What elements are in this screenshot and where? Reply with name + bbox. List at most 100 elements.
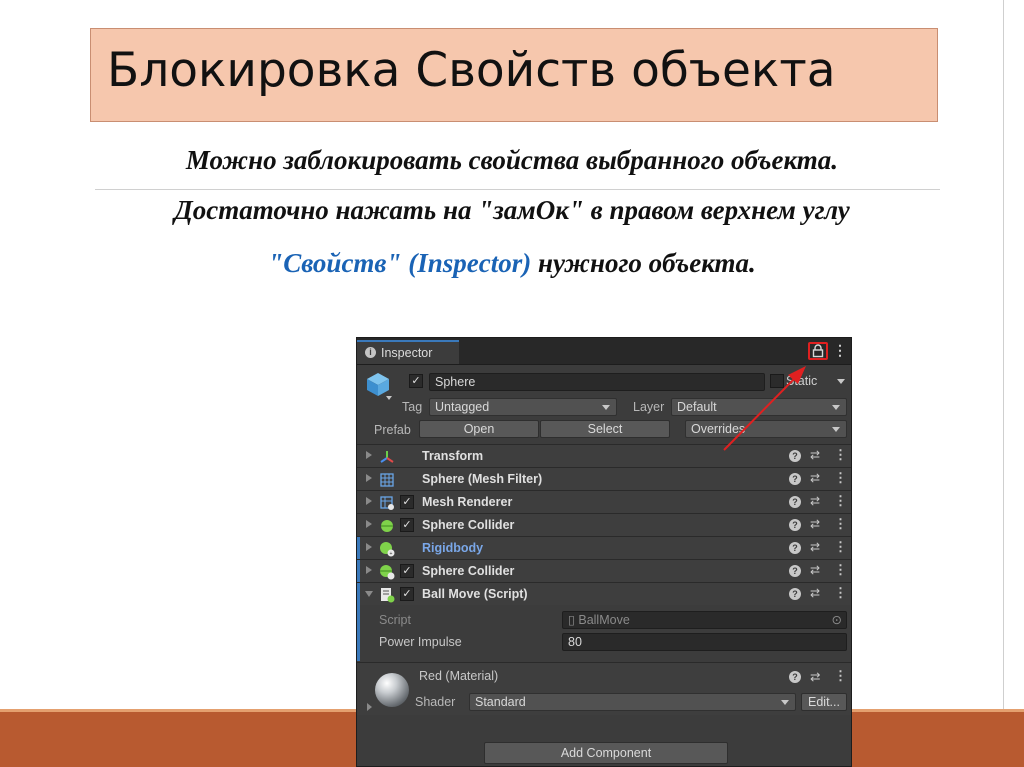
slide-title: Блокировка Свойств объекта xyxy=(107,43,836,98)
component-rigidbody[interactable]: + Rigidbody ? ⇄ ⋮ xyxy=(357,536,851,559)
prefab-select-button[interactable]: Select xyxy=(540,420,670,438)
shader-caret-icon xyxy=(781,700,789,705)
foldout-arrow-icon[interactable] xyxy=(366,474,372,482)
help-icon[interactable]: ? xyxy=(789,450,801,462)
component-name: Rigidbody xyxy=(422,541,484,555)
component-sphere-collider-2[interactable]: ✓ Sphere Collider ? ⇄ ⋮ xyxy=(357,559,851,582)
description-line-3-rest: нужного объекта. xyxy=(531,248,756,278)
component-menu-icon[interactable]: ⋮ xyxy=(834,493,847,509)
tag-dropdown[interactable]: Untagged xyxy=(429,398,617,416)
component-name: Ball Move (Script) xyxy=(422,587,528,601)
help-icon[interactable]: ? xyxy=(789,588,801,600)
modified-indicator xyxy=(357,583,360,605)
help-icon[interactable]: ? xyxy=(789,473,801,485)
prefab-label: Prefab xyxy=(374,423,411,437)
foldout-arrow-icon[interactable] xyxy=(366,566,372,574)
lock-icon xyxy=(812,344,824,358)
foldout-arrow-icon[interactable] xyxy=(366,451,372,459)
inspector-panel: i Inspector ⋮ ✓ Sphere Static Tag Untagg… xyxy=(356,337,852,767)
shader-label: Shader xyxy=(415,695,456,709)
rigidbody-icon: + xyxy=(380,542,395,557)
foldout-arrow-icon[interactable] xyxy=(366,497,372,505)
static-checkbox[interactable] xyxy=(770,374,784,388)
static-dropdown-icon[interactable] xyxy=(837,379,845,384)
tab-inspector[interactable]: i Inspector xyxy=(357,340,459,364)
prefab-overrides-dropdown[interactable]: Overrides xyxy=(685,420,847,438)
material-help-icon[interactable]: ? xyxy=(789,671,801,683)
object-picker-icon[interactable]: ⊙ xyxy=(832,612,842,628)
modified-indicator xyxy=(357,605,360,661)
help-icon[interactable]: ? xyxy=(789,519,801,531)
script-icon xyxy=(381,588,395,603)
component-menu-icon[interactable]: ⋮ xyxy=(834,447,847,463)
info-icon: i xyxy=(365,347,376,358)
layer-dropdown[interactable]: Default xyxy=(671,398,847,416)
description-line-1: Можно заблокировать свойства выбранного … xyxy=(185,145,839,175)
component-mesh-filter[interactable]: Sphere (Mesh Filter) ? ⇄ ⋮ xyxy=(357,467,851,490)
preset-icon[interactable]: ⇄ xyxy=(810,586,820,600)
inspector-highlight-text: "Свойств" (Inspector) xyxy=(268,248,532,278)
help-icon[interactable]: ? xyxy=(789,496,801,508)
material-name: Red (Material) xyxy=(419,669,499,683)
foldout-arrow-icon[interactable] xyxy=(365,591,373,597)
component-name: Sphere Collider xyxy=(422,518,515,532)
cube-icon xyxy=(367,373,389,396)
add-component-button[interactable]: Add Component xyxy=(484,742,728,764)
cube-dropdown-icon[interactable] xyxy=(386,396,392,400)
preset-icon[interactable]: ⇄ xyxy=(810,563,820,577)
foldout-arrow-icon[interactable] xyxy=(366,520,372,528)
mesh-renderer-icon xyxy=(380,496,394,510)
component-name: Sphere Collider xyxy=(422,564,515,578)
lock-button[interactable] xyxy=(808,342,828,360)
component-ball-move-script[interactable]: ✓ Ball Move (Script) ? ⇄ ⋮ xyxy=(357,582,851,605)
shader-edit-button[interactable]: Edit... xyxy=(801,693,847,711)
layer-caret-icon xyxy=(832,405,840,410)
help-icon[interactable]: ? xyxy=(789,542,801,554)
component-name: Sphere (Mesh Filter) xyxy=(422,472,543,486)
prefab-open-button[interactable]: Open xyxy=(419,420,539,438)
transform-icon xyxy=(380,451,394,463)
power-impulse-field[interactable]: 80 xyxy=(562,633,847,651)
component-menu-icon[interactable]: ⋮ xyxy=(834,562,847,578)
component-enabled-checkbox[interactable]: ✓ xyxy=(400,518,414,532)
object-name-field[interactable]: Sphere xyxy=(429,373,765,391)
modified-indicator xyxy=(357,560,360,582)
preset-icon[interactable]: ⇄ xyxy=(810,471,820,485)
help-icon[interactable]: ? xyxy=(789,565,801,577)
component-enabled-checkbox[interactable]: ✓ xyxy=(400,495,414,509)
active-checkbox[interactable]: ✓ xyxy=(409,374,423,388)
layer-label: Layer xyxy=(633,400,665,414)
modified-indicator xyxy=(357,537,360,559)
tag-caret-icon xyxy=(602,405,610,410)
preset-icon[interactable]: ⇄ xyxy=(810,517,820,531)
preset-icon[interactable]: ⇄ xyxy=(810,448,820,462)
sphere-collider-icon xyxy=(380,565,395,580)
component-mesh-renderer[interactable]: ✓ Mesh Renderer ? ⇄ ⋮ xyxy=(357,490,851,513)
material-preset-icon[interactable]: ⇄ xyxy=(810,669,820,684)
component-enabled-checkbox[interactable]: ✓ xyxy=(400,564,414,578)
inspector-tab-bar: i Inspector ⋮ xyxy=(357,338,851,365)
material-preview-sphere xyxy=(375,673,409,707)
svg-text:+: + xyxy=(390,551,393,557)
divider xyxy=(95,189,940,190)
material-foldout-icon[interactable] xyxy=(367,703,372,711)
component-sphere-collider[interactable]: ✓ Sphere Collider ? ⇄ ⋮ xyxy=(357,513,851,536)
shader-dropdown[interactable]: Standard xyxy=(469,693,796,711)
foldout-arrow-icon[interactable] xyxy=(366,543,372,551)
power-impulse-label: Power Impulse xyxy=(379,635,462,649)
overrides-value: Overrides xyxy=(691,422,746,436)
component-enabled-checkbox[interactable]: ✓ xyxy=(400,587,414,601)
preset-icon[interactable]: ⇄ xyxy=(810,540,820,554)
tag-label: Tag xyxy=(402,400,423,414)
shader-value: Standard xyxy=(475,695,526,709)
material-menu-icon[interactable]: ⋮ xyxy=(834,668,847,684)
component-menu-icon[interactable]: ⋮ xyxy=(834,470,847,486)
tab-menu-icon[interactable]: ⋮ xyxy=(833,342,847,359)
component-transform[interactable]: Transform ? ⇄ ⋮ xyxy=(357,444,851,467)
tag-value: Untagged xyxy=(435,400,490,414)
component-menu-icon[interactable]: ⋮ xyxy=(834,585,847,601)
script-value: BallMove xyxy=(578,613,630,627)
component-menu-icon[interactable]: ⋮ xyxy=(834,516,847,532)
preset-icon[interactable]: ⇄ xyxy=(810,494,820,508)
component-menu-icon[interactable]: ⋮ xyxy=(834,539,847,555)
